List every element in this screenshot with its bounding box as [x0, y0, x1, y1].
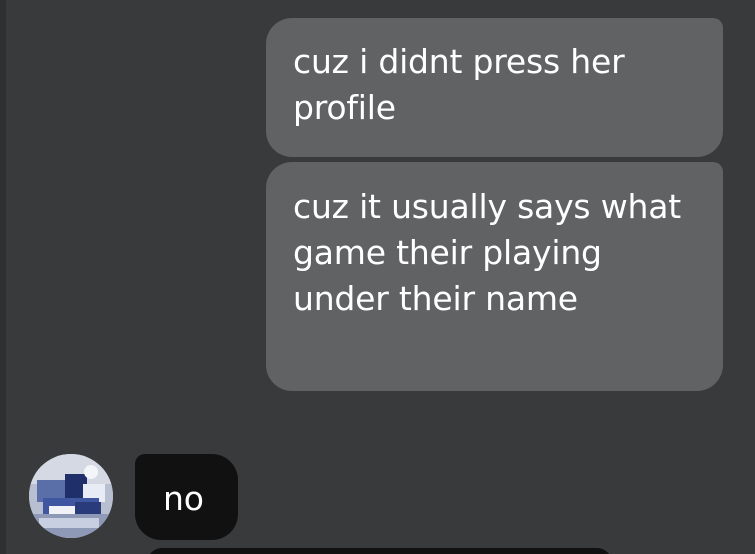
- outgoing-message-bubble[interactable]: cuz i didnt press her profile: [266, 18, 723, 157]
- message-text: no: [163, 479, 204, 518]
- outgoing-message-bubble[interactable]: cuz it usually says what game their play…: [266, 162, 723, 391]
- message-text: cuz it usually says what game their play…: [293, 187, 681, 318]
- message-text: cuz i didnt press her profile: [293, 42, 625, 127]
- avatar[interactable]: [29, 454, 113, 538]
- incoming-message-bubble-partial[interactable]: [147, 548, 612, 554]
- left-divider: [0, 0, 6, 554]
- avatar-image: [29, 454, 113, 538]
- incoming-message-bubble[interactable]: no: [135, 454, 238, 540]
- chat-window: cuz i didnt press her profile cuz it usu…: [0, 0, 755, 554]
